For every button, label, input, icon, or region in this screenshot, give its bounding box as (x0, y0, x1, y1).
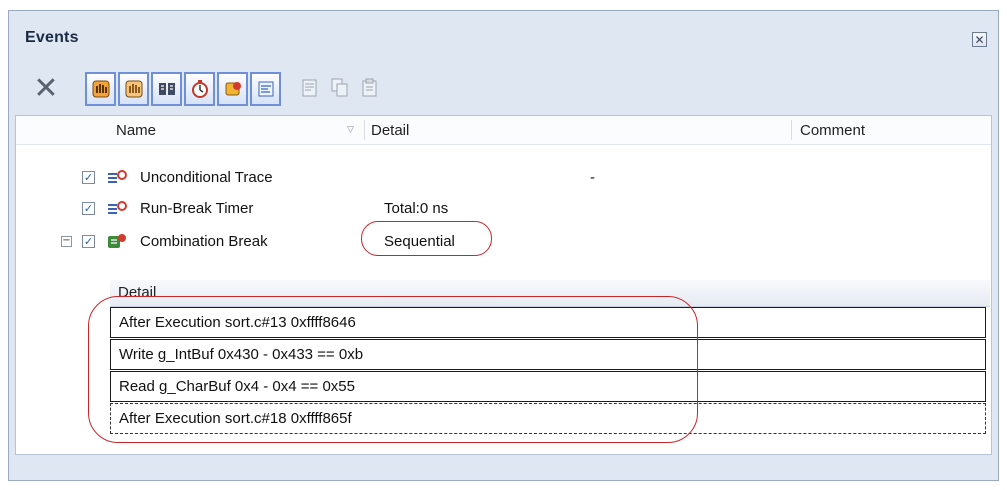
column-detail-header[interactable]: Detail (371, 122, 409, 139)
event-enable-checkbox[interactable]: ✓ (82, 202, 95, 215)
timer-event-icon (108, 201, 127, 214)
combination-break-icon (108, 234, 126, 248)
column-separator[interactable] (791, 120, 792, 140)
event-detail: - (590, 169, 595, 186)
combination-break-icon[interactable] (217, 72, 248, 106)
events-toolbar: ✕ (23, 69, 983, 113)
detail-row[interactable]: After Execution sort.c#13 0xffff8646 (110, 307, 986, 338)
sort-arrow-icon: ▽ (347, 124, 354, 134)
trace-event-icon[interactable] (151, 72, 182, 106)
action-event-icon[interactable] (250, 72, 281, 106)
event-name: Unconditional Trace (140, 169, 273, 186)
trace-event-icon (108, 170, 127, 183)
event-detail: Total:0 ns (384, 200, 449, 217)
event-detail: Sequential (384, 233, 455, 250)
detail-row-text: After Execution sort.c#13 0xffff8646 (119, 314, 356, 331)
detail-row-text: After Execution sort.c#18 0xffff865f (119, 410, 352, 427)
detail-row[interactable]: Read g_CharBuf 0x4 - 0x4 == 0x55 (110, 371, 986, 402)
detail-row-text: Write g_IntBuf 0x430 - 0x433 == 0xb (119, 346, 364, 363)
event-row-combination-break[interactable]: − ✓ Combination Break Sequential (16, 227, 991, 257)
detail-row-text: Read g_CharBuf 0x4 - 0x4 == 0x55 (119, 378, 355, 395)
edit-condition-icon[interactable] (298, 74, 322, 102)
event-enable-checkbox[interactable]: ✓ (82, 235, 95, 248)
column-separator[interactable] (364, 120, 365, 140)
column-name-header[interactable]: Name (116, 122, 156, 139)
delete-icon[interactable]: ✕ (31, 73, 61, 105)
timer-stopwatch-icon[interactable] (184, 72, 215, 106)
event-name: Combination Break (140, 233, 268, 250)
paste-event-icon[interactable] (358, 74, 382, 102)
collapse-toggle-icon[interactable]: − (61, 236, 72, 247)
panel-titlebar: Events ✕ (9, 11, 998, 63)
close-icon[interactable]: ✕ (972, 32, 987, 47)
software-break-hand-icon[interactable] (118, 72, 149, 106)
hardware-break-hand-icon[interactable] (85, 72, 116, 106)
copy-event-icon[interactable] (328, 74, 352, 102)
panel-title: Events (25, 29, 79, 46)
events-list: Name ▽ Detail Comment ✓ Unconditional Tr… (15, 115, 992, 455)
detail-row[interactable]: Write g_IntBuf 0x430 - 0x433 == 0xb (110, 339, 986, 370)
events-panel: Events ✕ ✕ Name ▽ Detail Comment ✓ Uncon… (8, 10, 999, 481)
event-row-run-break-timer[interactable]: ✓ Run-Break Timer Total:0 ns (16, 194, 991, 224)
detail-row-focused[interactable]: After Execution sort.c#18 0xffff865f (110, 403, 986, 434)
detail-subheader: Detail (110, 280, 990, 307)
event-name: Run-Break Timer (140, 200, 254, 217)
event-enable-checkbox[interactable]: ✓ (82, 171, 95, 184)
column-comment-header[interactable]: Comment (800, 122, 865, 139)
event-row-unconditional-trace[interactable]: ✓ Unconditional Trace - (16, 163, 991, 193)
detail-subheader-label: Detail (118, 284, 157, 301)
column-header: Name ▽ Detail Comment (16, 116, 991, 145)
